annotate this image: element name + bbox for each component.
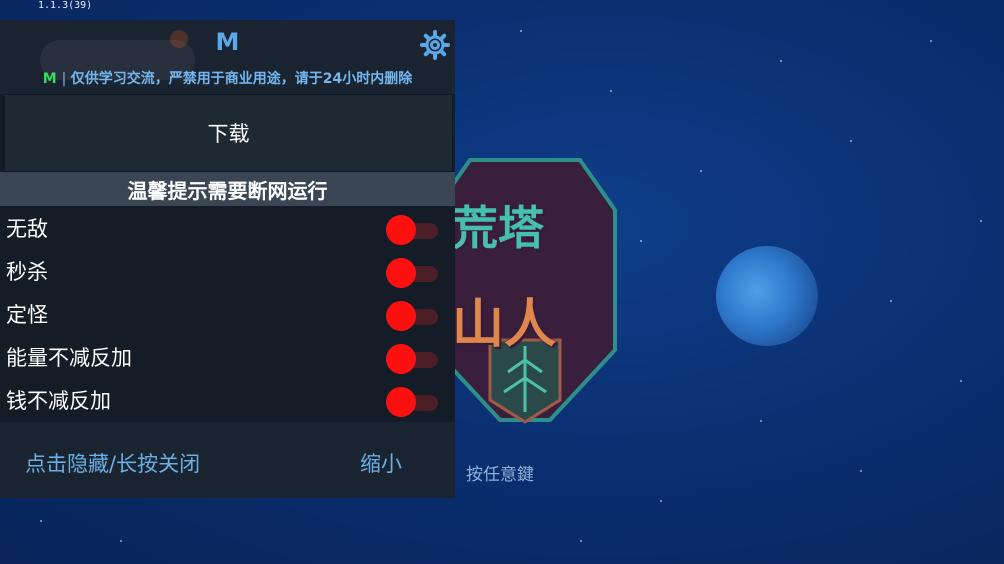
toggle-switch-invincible[interactable]	[386, 215, 438, 245]
toggle-knob	[386, 387, 416, 417]
press-any-key-prompt[interactable]: 按任意鍵	[466, 460, 534, 485]
notice-prefix: M	[42, 71, 57, 87]
option-label: 秒杀	[6, 260, 48, 284]
toggle-switch-one-hit-kill[interactable]	[386, 258, 438, 288]
disclaimer-notice: M | 仅供学习交流，严禁用于商业用途，请于24小时内删除	[0, 68, 455, 88]
game-logo-title-line2: 山人	[452, 294, 557, 355]
hide-close-button[interactable]: 点击隐藏/长按关闭	[25, 448, 200, 478]
shrink-button[interactable]: 缩小	[360, 448, 402, 478]
option-row-invincible: 无敌	[0, 208, 455, 251]
toggle-switch-freeze-monsters[interactable]	[386, 301, 438, 331]
toggle-knob	[386, 258, 416, 288]
option-row-money-increase: 钱不减反加	[0, 380, 455, 423]
download-button[interactable]: 下载	[4, 94, 453, 172]
option-row-energy-increase: 能量不减反加	[0, 337, 455, 380]
toggle-switch-energy-increase[interactable]	[386, 344, 438, 374]
gear-icon[interactable]	[420, 30, 450, 60]
notice-text: 仅供学习交流，严禁用于商业用途，请于24小时内删除	[70, 71, 413, 87]
offline-tip-banner: 温馨提示需要断网运行	[0, 172, 455, 206]
planet-image	[716, 246, 818, 346]
toggle-switch-money-increase[interactable]	[386, 387, 438, 417]
mod-menu-panel: M M | 仅供学习交流，严禁用于商业用途，请于24小时内删除 下载 温馨提示需…	[0, 20, 455, 498]
notice-separator: |	[61, 71, 71, 87]
option-row-one-hit-kill: 秒杀	[0, 251, 455, 294]
menu-header: M M | 仅供学习交流，严禁用于商业用途，请于24小时内删除	[0, 20, 455, 94]
option-label: 无敌	[6, 217, 48, 241]
toggle-knob	[386, 215, 416, 245]
menu-title: M	[215, 28, 240, 56]
toggle-knob	[386, 344, 416, 374]
game-logo-title-line1: 荒塔	[452, 201, 544, 255]
option-label: 钱不减反加	[6, 389, 111, 413]
menu-footer: 点击隐藏/长按关闭 缩小	[0, 422, 455, 498]
option-label: 定怪	[6, 303, 48, 327]
toggle-knob	[386, 301, 416, 331]
option-label: 能量不减反加	[6, 346, 132, 370]
version-label: 1.1.3(39)	[38, 0, 93, 11]
option-row-freeze-monsters: 定怪	[0, 294, 455, 337]
